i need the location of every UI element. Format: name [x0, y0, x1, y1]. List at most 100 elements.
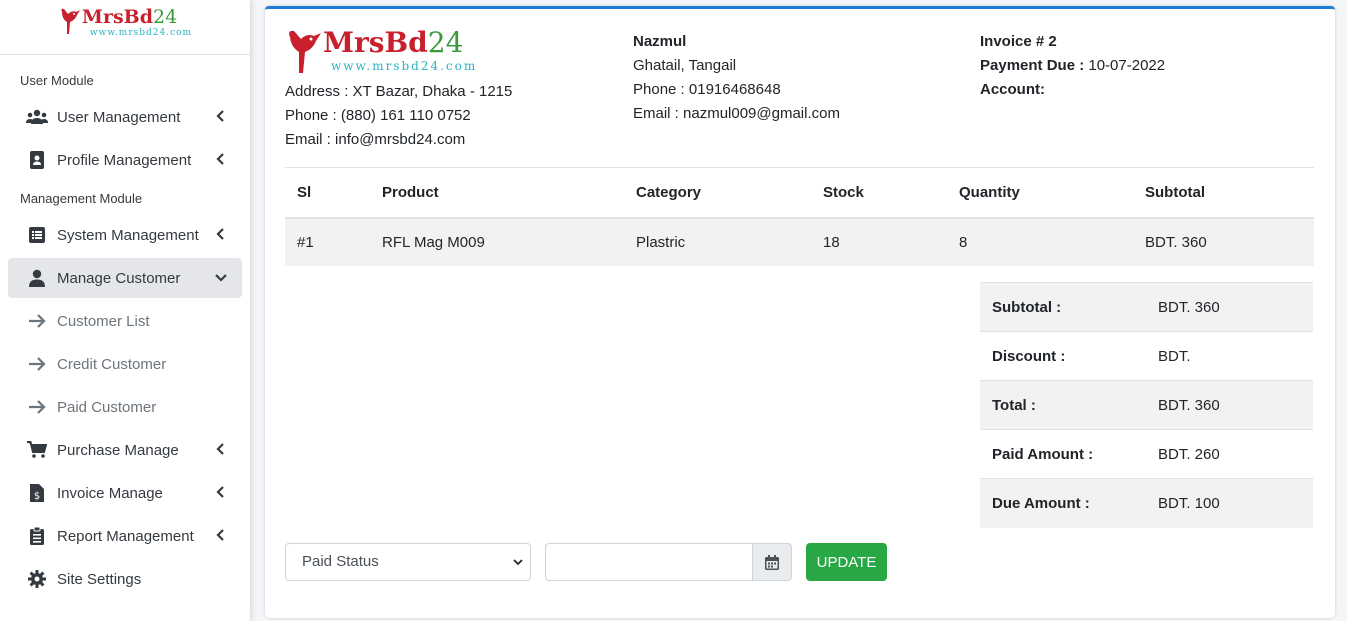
- paid-status-selected-value: Paid Status: [302, 553, 379, 570]
- column-header-sl: Sl: [285, 168, 370, 219]
- arrow-right-icon: [26, 310, 48, 332]
- nav-header-management-module: Management Module: [20, 191, 143, 206]
- totals-row-discount: Discount : BDT.: [980, 331, 1313, 381]
- cell-sl: #1: [285, 218, 370, 266]
- totals-label: Subtotal :: [980, 282, 1146, 332]
- sidebar-item-customer-list[interactable]: Customer List: [8, 301, 242, 341]
- calendar-icon: [765, 554, 779, 570]
- company-address: Address : XT Bazar, Dhaka - 1215: [285, 83, 513, 100]
- company-name: MrsBd24: [323, 26, 464, 59]
- totals-label: Total :: [980, 380, 1146, 430]
- column-header-quantity: Quantity: [947, 168, 1133, 219]
- arrow-right-icon: [26, 396, 48, 418]
- sidebar-item-invoice-manage[interactable]: $ Invoice Manage: [8, 473, 242, 513]
- column-header-category: Category: [624, 168, 811, 219]
- sidebar-item-label: Manage Customer: [57, 269, 181, 287]
- brand-logo[interactable]: MrsBd24 www.mrsbd24.com: [58, 6, 192, 38]
- totals-value: BDT. 360: [1146, 380, 1313, 430]
- svg-text:$: $: [34, 491, 40, 502]
- company-logo: MrsBd24 www.mrsbd24.com: [285, 27, 477, 79]
- arrow-right-icon: [26, 353, 48, 375]
- sidebar-item-user-management[interactable]: User Management: [8, 97, 242, 137]
- customer-location: Ghatail, Tangail: [633, 57, 737, 74]
- totals-value: BDT. 260: [1146, 429, 1313, 479]
- sidebar-item-report-management[interactable]: Report Management: [8, 516, 242, 556]
- id-badge-icon: [26, 149, 48, 171]
- company-email: Email : info@mrsbd24.com: [285, 131, 466, 148]
- totals-row-total: Total : BDT. 360: [980, 380, 1313, 430]
- sidebar-item-site-settings[interactable]: Site Settings: [8, 559, 242, 599]
- update-button[interactable]: UPDATE: [806, 543, 887, 581]
- sidebar: MrsBd24 www.mrsbd24.com User Module User…: [0, 0, 250, 621]
- payment-due: Payment Due : 10-07-2022: [980, 57, 1166, 74]
- cart-icon: [26, 439, 48, 461]
- totals-row-paid-amount: Paid Amount : BDT. 260: [980, 429, 1313, 479]
- sidebar-item-label: Profile Management: [57, 151, 192, 169]
- chevron-left-icon: [216, 153, 224, 165]
- bird-logo-icon: [289, 30, 321, 73]
- chevron-left-icon: [216, 228, 224, 240]
- cell-quantity: 8: [947, 218, 1133, 266]
- sidebar-item-profile-management[interactable]: Profile Management: [8, 140, 242, 180]
- calendar-button[interactable]: [752, 543, 792, 581]
- totals-label: Due Amount :: [980, 478, 1146, 528]
- cell-stock: 18: [811, 218, 947, 266]
- cell-subtotal: BDT. 360: [1133, 218, 1314, 266]
- sidebar-item-label: User Management: [57, 108, 181, 126]
- users-icon: [26, 106, 48, 128]
- column-header-stock: Stock: [811, 168, 947, 219]
- sidebar-item-credit-customer[interactable]: Credit Customer: [8, 344, 242, 384]
- company-url: www.mrsbd24.com: [331, 59, 478, 73]
- chevron-down-icon: [215, 274, 227, 282]
- company-phone: Phone : (880) 161 110 0752: [285, 107, 471, 124]
- customer-phone: Phone : 01916468648: [633, 81, 781, 98]
- bird-logo-icon: [61, 8, 80, 35]
- paid-status-select[interactable]: Paid Status: [285, 543, 531, 581]
- sidebar-item-label: Purchase Manage: [57, 441, 179, 459]
- nav-header-user-module: User Module: [20, 73, 94, 88]
- chevron-left-icon: [216, 486, 224, 498]
- invoice-items-table: Sl Product Category Stock Quantity Subto…: [285, 168, 1314, 266]
- totals-row-subtotal: Subtotal : BDT. 360: [980, 282, 1313, 332]
- cell-category: Plastric: [624, 218, 811, 266]
- sidebar-item-label: Site Settings: [57, 570, 142, 588]
- sidebar-item-label: Report Management: [57, 527, 194, 545]
- gear-icon: [26, 568, 48, 590]
- sidebar-item-system-management[interactable]: System Management: [8, 215, 242, 255]
- totals-row-due-amount: Due Amount : BDT. 100: [980, 478, 1313, 528]
- clipboard-list-icon: [26, 525, 48, 547]
- totals-value: BDT.: [1146, 331, 1313, 381]
- totals-value: BDT. 100: [1146, 478, 1313, 528]
- invoice-card: MrsBd24 www.mrsbd24.com Address : XT Baz…: [265, 6, 1335, 618]
- sidebar-item-manage-customer[interactable]: Manage Customer: [8, 258, 242, 298]
- totals-label: Discount :: [980, 331, 1146, 381]
- sidebar-item-label: Customer List: [57, 312, 150, 330]
- sidebar-item-paid-customer[interactable]: Paid Customer: [8, 387, 242, 427]
- table-header-row: Sl Product Category Stock Quantity Subto…: [285, 168, 1314, 219]
- customer-email: Email : nazmul009@gmail.com: [633, 105, 840, 122]
- sidebar-item-label: Invoice Manage: [57, 484, 163, 502]
- sidebar-item-label: Paid Customer: [57, 398, 157, 416]
- customer-name: Nazmul: [633, 33, 687, 50]
- sidebar-item-purchase-manage[interactable]: Purchase Manage: [8, 430, 242, 470]
- invoice-number: Invoice # 2: [980, 33, 1057, 50]
- user-icon: [26, 267, 48, 289]
- chevron-down-icon: [513, 559, 523, 566]
- date-input[interactable]: [545, 543, 752, 581]
- account-label: Account:: [980, 81, 1045, 98]
- cell-product: RFL Mag M009: [370, 218, 624, 266]
- invoice-icon: $: [26, 482, 48, 504]
- sidebar-item-label: Credit Customer: [57, 355, 167, 373]
- brand-url: www.mrsbd24.com: [89, 28, 193, 38]
- chevron-left-icon: [216, 110, 224, 122]
- totals-label: Paid Amount :: [980, 429, 1146, 479]
- column-header-subtotal: Subtotal: [1133, 168, 1314, 219]
- chevron-left-icon: [216, 529, 224, 541]
- brand[interactable]: MrsBd24 www.mrsbd24.com: [0, 0, 250, 55]
- brand-name: MrsBd24: [81, 6, 178, 28]
- list-icon: [26, 224, 48, 246]
- column-header-product: Product: [370, 168, 624, 219]
- table-row: #1 RFL Mag M009 Plastric 18 8 BDT. 360: [285, 218, 1314, 266]
- chevron-left-icon: [216, 443, 224, 455]
- totals-table: Subtotal : BDT. 360 Discount : BDT. Total …: [980, 282, 1313, 528]
